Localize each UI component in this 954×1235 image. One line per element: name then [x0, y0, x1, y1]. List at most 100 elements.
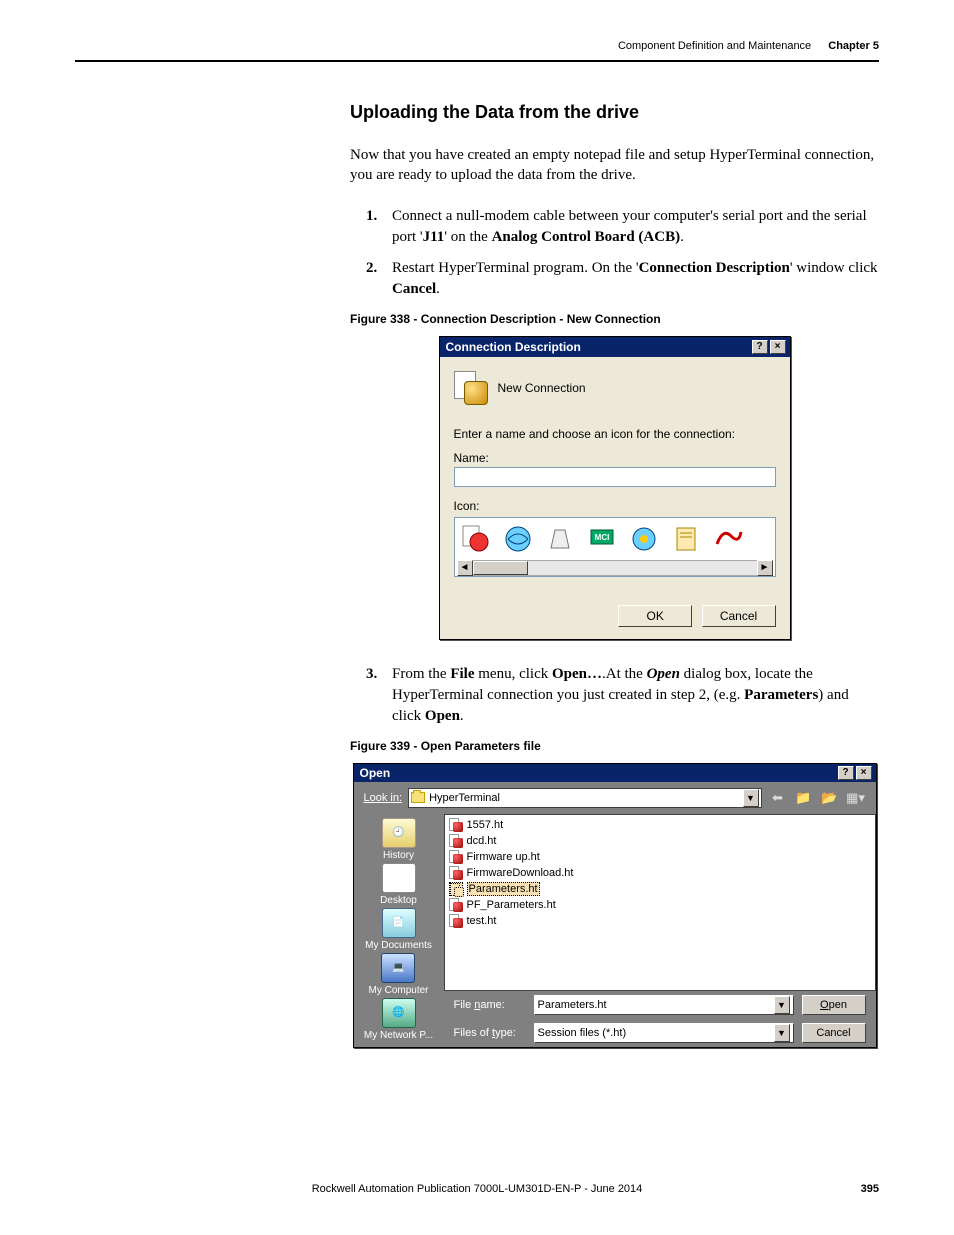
- session-file-icon: [449, 898, 463, 912]
- scroll-thumb[interactable]: [473, 561, 528, 575]
- scroll-track[interactable]: [473, 560, 757, 576]
- page-number: 395: [861, 1183, 879, 1195]
- dropdown-arrow-icon[interactable]: ▼: [774, 1024, 790, 1042]
- icon-label: Icon:: [454, 499, 776, 513]
- dropdown-arrow-icon[interactable]: ▼: [743, 789, 759, 807]
- file-list[interactable]: 1557.ht dcd.ht Firmware up.ht FirmwareDownl…: [444, 814, 876, 991]
- lookin-combo[interactable]: HyperTerminal ▼: [408, 788, 761, 808]
- open-dialog-title: Open: [360, 766, 836, 780]
- scroll-right-button[interactable]: ►: [757, 560, 773, 576]
- session-file-icon: [449, 818, 463, 832]
- dialog-body: New Connection Enter a name and choose a…: [440, 357, 790, 639]
- filename-input[interactable]: Parameters.ht▼: [534, 995, 794, 1015]
- open-dialog: Open ? × Look in: HyperTerminal ▼ ⬅ 📁 📂 …: [353, 763, 877, 1048]
- icon-scrollbar[interactable]: ◄ ►: [457, 560, 773, 576]
- mycomp-icon: 💻: [381, 953, 415, 983]
- help-button[interactable]: ?: [838, 766, 854, 780]
- session-file-icon: [449, 850, 463, 864]
- session-file-icon: [449, 866, 463, 880]
- svg-text:MCI: MCI: [594, 533, 609, 542]
- ok-button[interactable]: OK: [618, 605, 692, 627]
- lookin-row: Look in: HyperTerminal ▼ ⬅ 📁 📂 ▦▾: [354, 782, 876, 814]
- conn-icon-5[interactable]: [627, 522, 661, 556]
- place-mydocs[interactable]: 📄My Documents: [365, 908, 432, 951]
- connection-description-dialog: Connection Description ? × New Connectio…: [439, 336, 791, 640]
- views-icon[interactable]: ▦▾: [846, 789, 866, 807]
- desktop-icon: 🖥: [382, 863, 416, 893]
- new-connection-label: New Connection: [498, 381, 586, 395]
- icon-row: MCI: [457, 522, 773, 560]
- back-icon[interactable]: ⬅: [768, 789, 788, 807]
- mydocs-icon: 📄: [382, 908, 416, 938]
- filetype-row: Files of type: Session files (*.ht)▼ Can…: [444, 1019, 876, 1047]
- place-history[interactable]: 🕘History: [382, 818, 416, 861]
- open-button[interactable]: Open: [802, 995, 866, 1015]
- places-bar: 🕘History 🖥Desktop 📄My Documents 💻My Comp…: [354, 814, 444, 1047]
- conn-icon-4[interactable]: MCI: [585, 522, 619, 556]
- new-connection-row: New Connection: [454, 371, 776, 405]
- help-button[interactable]: ?: [752, 340, 768, 354]
- figure-339-caption: Figure 339 - Open Parameters file: [350, 739, 879, 753]
- close-button[interactable]: ×: [856, 766, 872, 780]
- up-folder-icon[interactable]: 📁: [794, 789, 814, 807]
- file-name: 1557.ht: [467, 819, 504, 831]
- step-2: Restart HyperTerminal program. On the 'C…: [374, 258, 879, 300]
- new-folder-icon[interactable]: 📂: [820, 789, 840, 807]
- place-desktop[interactable]: 🖥Desktop: [380, 863, 417, 906]
- scroll-left-button[interactable]: ◄: [457, 560, 473, 576]
- figure-338-caption: Figure 338 - Connection Description - Ne…: [350, 312, 879, 326]
- folder-icon: [411, 792, 425, 803]
- dialog-titlebar: Connection Description ? ×: [440, 337, 790, 357]
- file-name: Firmware up.ht: [467, 851, 540, 863]
- conn-icon-2[interactable]: [501, 522, 535, 556]
- history-icon: 🕘: [382, 818, 416, 848]
- page-footer: Rockwell Automation Publication 7000L-UM…: [75, 1183, 879, 1195]
- file-item[interactable]: test.ht: [449, 913, 871, 929]
- running-header: Component Definition and Maintenance Cha…: [75, 40, 879, 62]
- filetype-label: Files of type:: [454, 1027, 526, 1039]
- conn-icon-3[interactable]: [543, 522, 577, 556]
- file-item[interactable]: 1557.ht: [449, 817, 871, 833]
- file-item[interactable]: Parameters.ht: [449, 881, 871, 897]
- name-input[interactable]: [454, 467, 776, 487]
- place-mynet[interactable]: 🌐My Network P...: [364, 998, 433, 1041]
- step-list-cont: From the File menu, click Open….At the O…: [374, 664, 879, 727]
- file-name: dcd.ht: [467, 835, 497, 847]
- session-file-icon: [449, 914, 463, 928]
- lookin-label: Look in:: [364, 792, 403, 804]
- file-item[interactable]: PF_Parameters.ht: [449, 897, 871, 913]
- step-1: Connect a null-modem cable between your …: [374, 206, 879, 248]
- open-dialog-titlebar: Open ? ×: [354, 764, 876, 782]
- file-item[interactable]: Firmware up.ht: [449, 849, 871, 865]
- icon-picker[interactable]: MCI ◄ ►: [454, 517, 776, 577]
- place-mycomp[interactable]: 💻My Computer: [368, 953, 428, 996]
- step-3: From the File menu, click Open….At the O…: [374, 664, 879, 727]
- dialog-title: Connection Description: [446, 340, 750, 354]
- intro-paragraph: Now that you have created an empty notep…: [350, 145, 879, 186]
- mynet-icon: 🌐: [382, 998, 416, 1028]
- conn-icon-6[interactable]: [669, 522, 703, 556]
- cancel-button[interactable]: Cancel: [802, 1023, 866, 1043]
- file-name: PF_Parameters.ht: [467, 899, 556, 911]
- open-main-row: 🕘History 🖥Desktop 📄My Documents 💻My Comp…: [354, 814, 876, 1047]
- file-name: test.ht: [467, 915, 497, 927]
- cancel-button[interactable]: Cancel: [702, 605, 776, 627]
- file-item[interactable]: FirmwareDownload.ht: [449, 865, 871, 881]
- conn-icon-7[interactable]: [711, 522, 745, 556]
- figure-339-image: Open ? × Look in: HyperTerminal ▼ ⬅ 📁 📂 …: [350, 763, 879, 1048]
- close-button[interactable]: ×: [770, 340, 786, 354]
- figure-338-image: Connection Description ? × New Connectio…: [350, 336, 879, 640]
- hyperterminal-icon: [454, 371, 488, 405]
- step-list: Connect a null-modem cable between your …: [374, 206, 879, 300]
- publication-line: Rockwell Automation Publication 7000L-UM…: [312, 1183, 643, 1195]
- chapter-number: Chapter 5: [828, 40, 879, 52]
- lookin-value: HyperTerminal: [429, 792, 500, 804]
- filetype-combo[interactable]: Session files (*.ht)▼: [534, 1023, 794, 1043]
- session-file-icon: [449, 882, 463, 896]
- conn-icon-1[interactable]: [459, 522, 493, 556]
- filename-label: File name:: [454, 999, 526, 1011]
- session-file-icon: [449, 834, 463, 848]
- filename-row: File name: Parameters.ht▼ Open: [444, 991, 876, 1019]
- file-item[interactable]: dcd.ht: [449, 833, 871, 849]
- dropdown-arrow-icon[interactable]: ▼: [774, 996, 790, 1014]
